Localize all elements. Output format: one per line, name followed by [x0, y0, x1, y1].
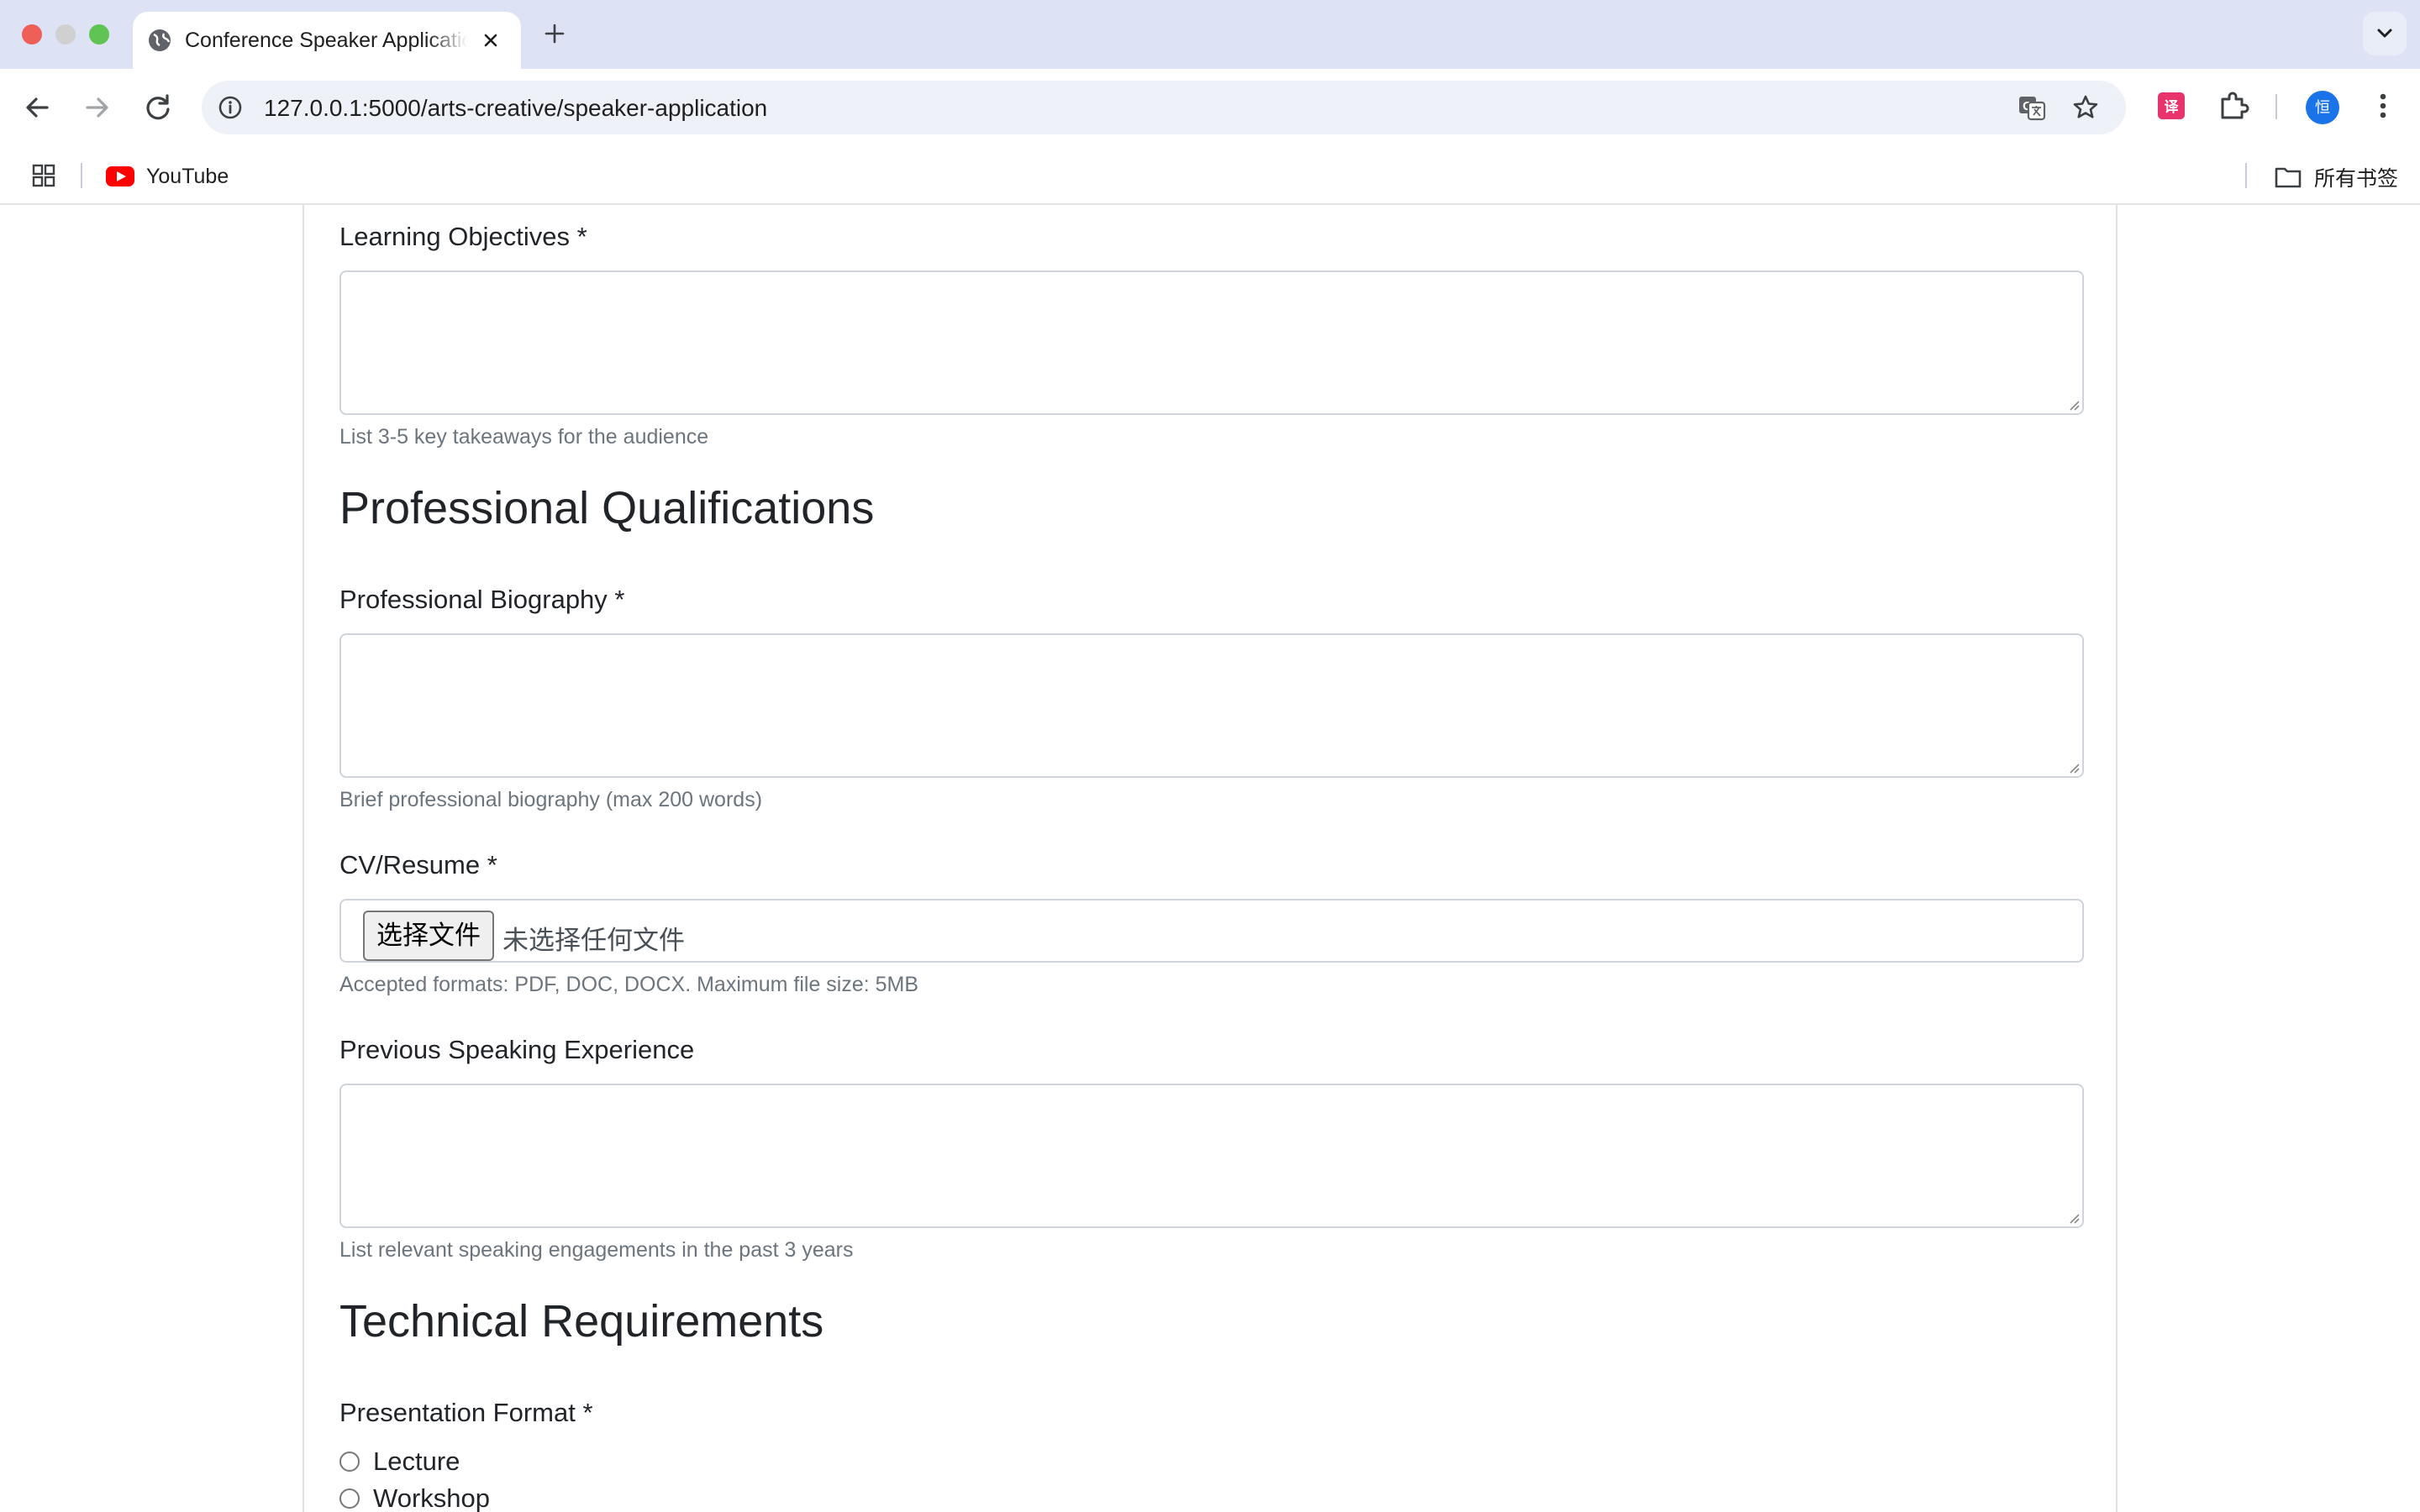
radio-button[interactable]	[339, 1488, 360, 1509]
bookmarks-bar: YouTube 所有书签	[0, 146, 2420, 205]
radio-option-workshop[interactable]: Workshop	[339, 1483, 490, 1512]
new-tab-icon[interactable]	[541, 20, 568, 47]
profile-avatar[interactable]: 恒	[2306, 91, 2339, 124]
file-status-text: 未选择任何文件	[502, 926, 685, 955]
radio-option-lecture[interactable]: Lecture	[339, 1446, 460, 1477]
speaking-experience-help: List relevant speaking engagements in th…	[339, 1238, 854, 1262]
page-viewport: Learning Objectives * List 3-5 key takea…	[0, 205, 2420, 1512]
tab-strip: Conference Speaker Application	[0, 0, 2420, 69]
minimize-window-button[interactable]	[55, 24, 76, 45]
translate-icon[interactable]: G	[2017, 92, 2047, 123]
speaking-experience-textarea[interactable]	[339, 1084, 2084, 1228]
biography-help: Brief professional biography (max 200 wo…	[339, 788, 763, 811]
address-bar[interactable]: 127.0.0.1:5000/arts-creative/speaker-app…	[202, 81, 2126, 134]
presentation-format-label: Presentation Format *	[339, 1398, 593, 1427]
radio-label: Workshop	[373, 1483, 490, 1512]
youtube-icon	[106, 166, 134, 186]
learning-objectives-label: Learning Objectives *	[339, 222, 587, 251]
apps-grid-icon[interactable]	[30, 162, 57, 189]
bookmark-youtube[interactable]: YouTube	[106, 164, 229, 189]
close-tab-icon[interactable]	[479, 29, 502, 52]
resize-grip-icon[interactable]	[2066, 397, 2080, 411]
more-menu-icon[interactable]	[2365, 87, 2402, 124]
chevron-down-icon	[2377, 29, 2392, 38]
form-container: Learning Objectives * List 3-5 key takea…	[302, 205, 2118, 1512]
bookmarks-separator-right	[2245, 163, 2247, 188]
forward-arrow-icon[interactable]	[77, 87, 118, 128]
learning-objectives-textarea[interactable]	[339, 270, 2084, 415]
toolbar-separator	[2275, 94, 2277, 119]
learning-objectives-help: List 3-5 key takeaways for the audience	[339, 425, 709, 449]
resize-grip-icon[interactable]	[2066, 760, 2080, 774]
biography-label: Professional Biography *	[339, 585, 625, 614]
cv-help: Accepted formats: PDF, DOC, DOCX. Maximu…	[339, 973, 919, 996]
translator-extension-icon[interactable]: 译	[2153, 87, 2190, 124]
speaking-experience-label: Previous Speaking Experience	[339, 1035, 695, 1064]
back-arrow-icon[interactable]	[17, 87, 57, 128]
site-info-icon[interactable]	[217, 94, 244, 121]
extensions-puzzle-icon[interactable]	[2215, 87, 2252, 124]
folder-icon	[2275, 167, 2302, 188]
cv-file-input[interactable]: 选择文件 未选择任何文件	[339, 899, 2084, 963]
cv-label: CV/Resume *	[339, 850, 497, 879]
qualifications-heading: Professional Qualifications	[339, 483, 875, 533]
globe-icon	[149, 29, 171, 51]
maximize-window-button[interactable]	[89, 24, 109, 45]
bookmark-label: YouTube	[146, 164, 229, 188]
bookmarks-separator	[81, 163, 82, 188]
tab-title: Conference Speaker Application	[185, 29, 467, 52]
url-text[interactable]: 127.0.0.1:5000/arts-creative/speaker-app…	[264, 95, 767, 122]
resize-grip-icon[interactable]	[2066, 1210, 2080, 1224]
choose-file-button[interactable]: 选择文件	[363, 911, 494, 961]
all-bookmarks-button[interactable]: 所有书签	[2274, 162, 2398, 192]
technical-heading: Technical Requirements	[339, 1296, 824, 1347]
radio-label: Lecture	[373, 1446, 460, 1476]
all-bookmarks-label: 所有书签	[2314, 167, 2399, 191]
svg-text:译: 译	[2165, 99, 2180, 115]
biography-textarea[interactable]	[339, 633, 2084, 778]
bookmark-star-icon[interactable]	[2070, 92, 2101, 123]
reload-icon[interactable]	[138, 87, 178, 128]
tab-search-button[interactable]	[2363, 12, 2407, 55]
radio-button[interactable]	[339, 1452, 360, 1472]
close-window-button[interactable]	[22, 24, 42, 45]
browser-toolbar: 127.0.0.1:5000/arts-creative/speaker-app…	[0, 69, 2420, 146]
active-tab[interactable]: Conference Speaker Application	[133, 12, 521, 69]
